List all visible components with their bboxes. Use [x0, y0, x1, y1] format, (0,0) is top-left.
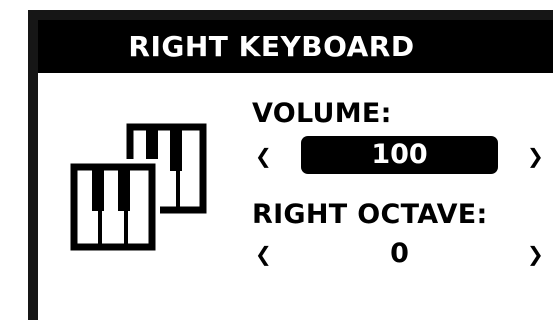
- right-octave-label: RIGHT OCTAVE:: [252, 199, 488, 230]
- volume-decrease-arrow[interactable]: ❮: [255, 144, 272, 168]
- volume-increase-arrow[interactable]: ❯: [527, 144, 544, 168]
- octave-decrease-arrow[interactable]: ❮: [255, 242, 272, 266]
- screen-title: RIGHT KEYBOARD: [128, 30, 415, 63]
- piano-keys-icon: [66, 123, 207, 254]
- right-octave-value[interactable]: 0: [301, 236, 498, 272]
- octave-increase-arrow[interactable]: ❯: [527, 242, 544, 266]
- volume-label: VOLUME:: [252, 98, 392, 129]
- title-bar: RIGHT KEYBOARD: [38, 20, 553, 73]
- volume-value[interactable]: 100: [301, 136, 498, 174]
